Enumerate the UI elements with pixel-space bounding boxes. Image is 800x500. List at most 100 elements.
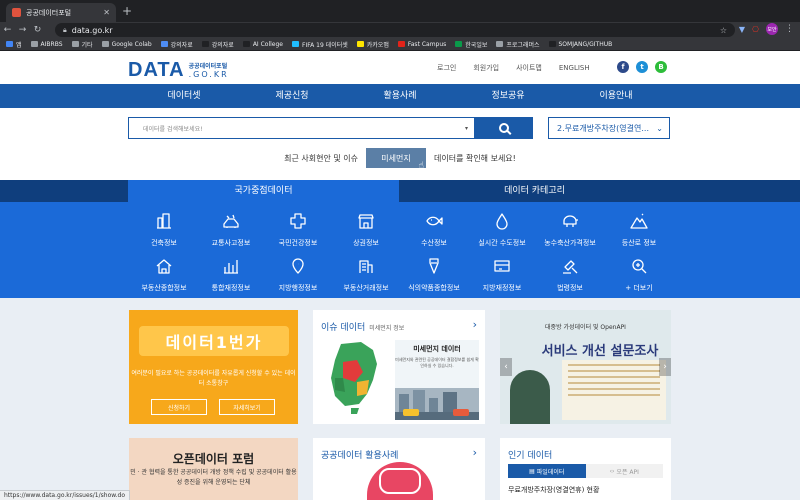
bookmark-item[interactable]: 한국일보 xyxy=(455,40,487,49)
category-item[interactable]: 상권정보 xyxy=(330,212,402,248)
bookmark-item[interactable]: 강의자료 xyxy=(201,40,234,49)
data-1st-street-banner[interactable]: 데이터1번가 여러분이 필요로 하는 공공데이터를 자유롭게 신청할 수 있는 … xyxy=(129,310,298,424)
signup-link[interactable]: 회원가입 xyxy=(473,63,499,73)
address-bar[interactable]: 🔒︎ data.go.kr ☆ xyxy=(55,23,735,37)
tab-data-category[interactable]: 데이터 카테고리 xyxy=(399,180,670,202)
sitemap-link[interactable]: 사이트맵 xyxy=(516,63,542,73)
nav-guide[interactable]: 이용안내 xyxy=(562,84,670,108)
tab-file-data[interactable]: ▤ 파일데이터 xyxy=(508,464,586,478)
card-title: 이슈 데이터 xyxy=(321,323,366,333)
english-link[interactable]: ENGLISH xyxy=(559,64,590,72)
issue-chip[interactable]: 미세먼지 ☝ xyxy=(365,148,426,171)
status-bar-url: https://www.data.go.kr/issues/1/show.do xyxy=(0,490,130,500)
more-details-button[interactable]: 자세히보기 xyxy=(219,399,275,415)
category-item[interactable]: 교통사고정보 xyxy=(195,212,267,248)
category-label: 실시간 수도정보 xyxy=(478,239,526,247)
bookmark-item[interactable]: 프로그래머스 xyxy=(496,40,540,49)
category-item[interactable]: 부동산거래정보 xyxy=(330,257,402,293)
korea-map-image xyxy=(331,342,377,414)
extension-icon[interactable]: ▼ xyxy=(739,25,745,34)
category-item[interactable]: 국민건강정보 xyxy=(262,212,334,248)
apply-button[interactable]: 신청하기 xyxy=(151,399,207,415)
new-tab-button[interactable]: + xyxy=(122,3,132,19)
category-item[interactable]: 실시간 수도정보 xyxy=(466,212,538,248)
popular-data-card: 인기 데이터 ▤ 파일데이터 ‹› 오픈 API 무료개방주차장(영결연휴) 현… xyxy=(500,438,671,500)
browser-tabstrip: 공공데이터포털 ✕ + xyxy=(0,0,800,22)
tab-file-label: 파일데이터 xyxy=(536,468,565,476)
blog-icon[interactable]: B xyxy=(655,61,667,73)
card-subtitle: 미세먼지 정보 xyxy=(369,325,405,332)
site-logo[interactable]: DATA 공공데이터포털 .GO.KR xyxy=(128,59,229,82)
nav-request[interactable]: 제공신청 xyxy=(238,84,346,108)
tab-open-api[interactable]: ‹› 오픈 API xyxy=(585,464,663,478)
logo-subtitle: 공공데이터포털 .GO.KR xyxy=(189,63,229,79)
chevron-left-icon[interactable]: ‹ xyxy=(500,358,512,376)
extension-icon[interactable]: ⎔ xyxy=(752,25,759,34)
login-link[interactable]: 로그인 xyxy=(437,63,456,73)
service-survey-banner[interactable]: 대중방 가성데이터 및 OpenAPI 서비스 개선 설문조사 ‹ › xyxy=(500,310,671,424)
category-label: 지방행정정보 xyxy=(278,284,318,292)
nav-usecases[interactable]: 활용사례 xyxy=(346,84,454,108)
category-item[interactable]: 농수축산가격정보 xyxy=(534,212,606,248)
profile-avatar[interactable]: 보안 xyxy=(766,23,778,35)
category-label: 수산정보 xyxy=(421,239,447,247)
category-item[interactable]: 등산로 정보 xyxy=(603,212,675,248)
bookmark-item[interactable]: Google Colab xyxy=(101,41,152,48)
category-item[interactable]: 법령정보 xyxy=(534,257,606,293)
category-item[interactable]: 지방행정정보 xyxy=(262,257,334,293)
nav-info-share[interactable]: 정보공유 xyxy=(454,84,562,108)
bookmark-icon xyxy=(101,41,109,47)
bookmark-star-icon[interactable]: ☆ xyxy=(720,26,735,35)
category-item[interactable]: 통합재정정보 xyxy=(195,257,267,293)
reload-icon[interactable]: ↻ xyxy=(30,25,45,35)
nav-dataset[interactable]: 데이터셋 xyxy=(130,84,238,108)
url-text[interactable]: data.go.kr xyxy=(72,26,715,35)
lock-icon[interactable]: 🔒︎ xyxy=(63,26,67,35)
category-item[interactable]: 식의약품종합정보 xyxy=(398,257,470,293)
forward-arrow-icon[interactable]: → xyxy=(15,25,30,35)
back-arrow-icon[interactable]: ← xyxy=(0,25,15,35)
search-icon xyxy=(499,123,509,133)
chevron-right-icon[interactable]: › xyxy=(473,318,477,331)
chevron-right-icon[interactable]: › xyxy=(473,446,477,459)
facebook-icon[interactable]: f xyxy=(617,61,629,73)
category-item[interactable]: 부동산종합정보 xyxy=(128,257,200,293)
person-illustration xyxy=(510,370,550,424)
bookmark-item[interactable]: AIBRBS xyxy=(30,41,63,48)
trending-keyword: 2.무료개방주차장(영결연... xyxy=(557,123,649,133)
chevron-right-icon[interactable]: › xyxy=(659,358,671,376)
list-item[interactable]: 무료개방주차장(영결연휴) 현황 xyxy=(508,485,599,495)
bookmark-item[interactable]: 기타 xyxy=(71,40,93,49)
card-title: 인기 데이터 xyxy=(508,451,553,461)
browser-tab[interactable]: 공공데이터포털 ✕ xyxy=(6,3,116,22)
bookmark-item[interactable]: 카카오맵 xyxy=(356,40,389,49)
bookmark-item[interactable]: Fast Campus xyxy=(397,41,446,48)
category-item[interactable]: + 더보기 xyxy=(603,257,675,293)
bookmark-item[interactable]: 강의자료 xyxy=(160,40,193,49)
category-label: 교통사고정보 xyxy=(211,239,251,247)
bookmark-item[interactable]: 앱 xyxy=(6,40,22,49)
medicine-icon xyxy=(429,258,439,274)
twitter-icon[interactable]: t xyxy=(636,61,648,73)
usecase-card[interactable]: 공공데이터 활용사례 › xyxy=(313,438,485,500)
open-data-forum-card[interactable]: 오픈데이터 포럼 민 · 관 협력을 통한 공공데이터 개방 정책 수립 및 공… xyxy=(129,438,298,500)
tab-national-key-data[interactable]: 국가중점데이터 xyxy=(128,180,399,202)
chat-bubble-icon xyxy=(379,468,421,494)
bookmark-item[interactable]: AI College xyxy=(242,41,283,48)
category-item[interactable]: 수산정보 xyxy=(398,212,470,248)
site-favicon-icon xyxy=(12,8,21,17)
bookmark-item[interactable]: FIFA 19 데이터셋 xyxy=(292,40,348,49)
close-icon[interactable]: ✕ xyxy=(103,8,110,17)
search-button[interactable] xyxy=(475,117,533,139)
search-placeholder[interactable]: 데이터를 검색해보세요! xyxy=(143,124,465,133)
category-item[interactable]: 건축정보 xyxy=(128,212,200,248)
category-item[interactable]: 지방재정정보 xyxy=(466,257,538,293)
menu-dots-icon[interactable]: ⋮ xyxy=(785,24,794,34)
bookmark-item[interactable]: SOMJANG/GITHUB xyxy=(548,41,612,48)
dropdown-arrow-icon[interactable]: ▾ xyxy=(465,125,474,132)
trending-keyword-select[interactable]: 2.무료개방주차장(영결연... ⌄ xyxy=(548,117,670,139)
issue-data-card[interactable]: 이슈 데이터 미세먼지 정보 › 미세먼지 데이터 미세먼지와 관련된 공공데이… xyxy=(313,310,485,424)
bookmark-label: 기타 xyxy=(81,41,93,49)
social-links: f t B xyxy=(617,61,667,73)
search-input[interactable]: 데이터를 검색해보세요! ▾ xyxy=(128,117,475,139)
